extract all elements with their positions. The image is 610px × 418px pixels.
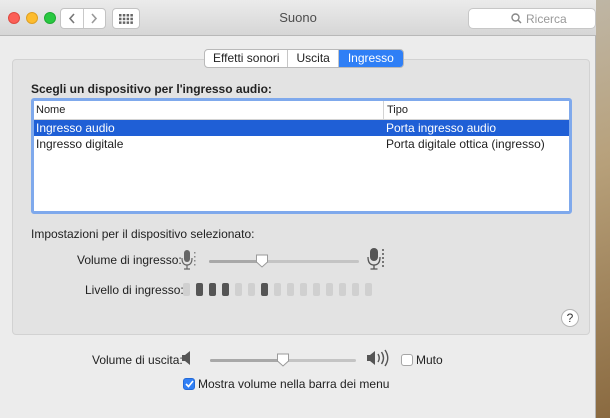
level-segment bbox=[326, 283, 333, 296]
column-header-type[interactable]: Tipo bbox=[383, 101, 408, 119]
level-segment bbox=[183, 283, 190, 296]
level-segment bbox=[352, 283, 359, 296]
input-volume-slider[interactable] bbox=[209, 254, 359, 268]
table-header: Nome Tipo bbox=[34, 101, 569, 120]
microphone-high-icon bbox=[367, 248, 384, 270]
level-segment bbox=[261, 283, 268, 296]
table-row[interactable]: Ingresso audio Porta ingresso audio bbox=[34, 120, 569, 136]
search-field[interactable]: Ricerca bbox=[468, 8, 596, 29]
level-segment bbox=[287, 283, 294, 296]
tab-uscita[interactable]: Uscita bbox=[287, 50, 337, 67]
level-segment bbox=[235, 283, 242, 296]
mute-checkbox[interactable] bbox=[401, 354, 413, 366]
device-list-heading: Scegli un dispositivo per l'ingresso aud… bbox=[31, 82, 272, 96]
device-type: Porta ingresso audio bbox=[386, 121, 497, 135]
mute-label[interactable]: Muto bbox=[416, 353, 443, 367]
level-segment bbox=[300, 283, 307, 296]
input-volume-label: Volume di ingresso: bbox=[77, 253, 182, 267]
column-header-name[interactable]: Nome bbox=[36, 104, 65, 116]
device-name: Ingresso digitale bbox=[36, 137, 124, 151]
tab-bar: Effetti sonori Uscita Ingresso bbox=[204, 49, 404, 68]
output-volume-fill bbox=[210, 359, 283, 362]
level-segment bbox=[339, 283, 346, 296]
level-segment bbox=[222, 283, 229, 296]
tab-effetti-sonori[interactable]: Effetti sonori bbox=[205, 50, 287, 67]
output-volume-label: Volume di uscita: bbox=[92, 353, 183, 367]
show-volume-checkbox[interactable] bbox=[183, 378, 195, 390]
search-placeholder: Ricerca bbox=[526, 11, 567, 26]
level-segment bbox=[365, 283, 372, 296]
output-volume-slider[interactable] bbox=[210, 353, 356, 367]
input-panel: Scegli un dispositivo per l'ingresso aud… bbox=[12, 59, 590, 335]
speaker-low-icon bbox=[182, 351, 190, 365]
level-segment bbox=[248, 283, 255, 296]
speaker-high-icon bbox=[367, 349, 389, 367]
output-volume-knob[interactable] bbox=[276, 353, 290, 367]
title-bar: Suono Ricerca bbox=[0, 0, 596, 36]
level-segment bbox=[196, 283, 203, 296]
table-row[interactable]: Ingresso digitale Porta digitale ottica … bbox=[34, 136, 569, 152]
checkmark-icon bbox=[184, 380, 194, 388]
sound-preferences-window: Suono Ricerca Effetti sonori Uscita Ingr… bbox=[0, 0, 596, 418]
level-segment bbox=[209, 283, 216, 296]
show-volume-label[interactable]: Mostra volume nella barra dei menu bbox=[198, 377, 389, 391]
level-segment bbox=[274, 283, 281, 296]
help-button[interactable]: ? bbox=[561, 309, 579, 327]
device-type: Porta digitale ottica (ingresso) bbox=[386, 137, 545, 151]
input-volume-knob[interactable] bbox=[255, 254, 269, 268]
input-level-label: Livello di ingresso: bbox=[85, 283, 184, 297]
microphone-low-icon bbox=[181, 250, 196, 270]
level-segment bbox=[313, 283, 320, 296]
settings-label: Impostazioni per il dispositivo selezion… bbox=[31, 227, 255, 241]
device-name: Ingresso audio bbox=[36, 121, 115, 135]
search-icon bbox=[511, 13, 522, 24]
input-device-table[interactable]: Nome Tipo Ingresso audio Porta ingresso … bbox=[31, 98, 572, 214]
input-level-meter bbox=[183, 283, 372, 296]
tab-ingresso[interactable]: Ingresso bbox=[337, 50, 403, 67]
